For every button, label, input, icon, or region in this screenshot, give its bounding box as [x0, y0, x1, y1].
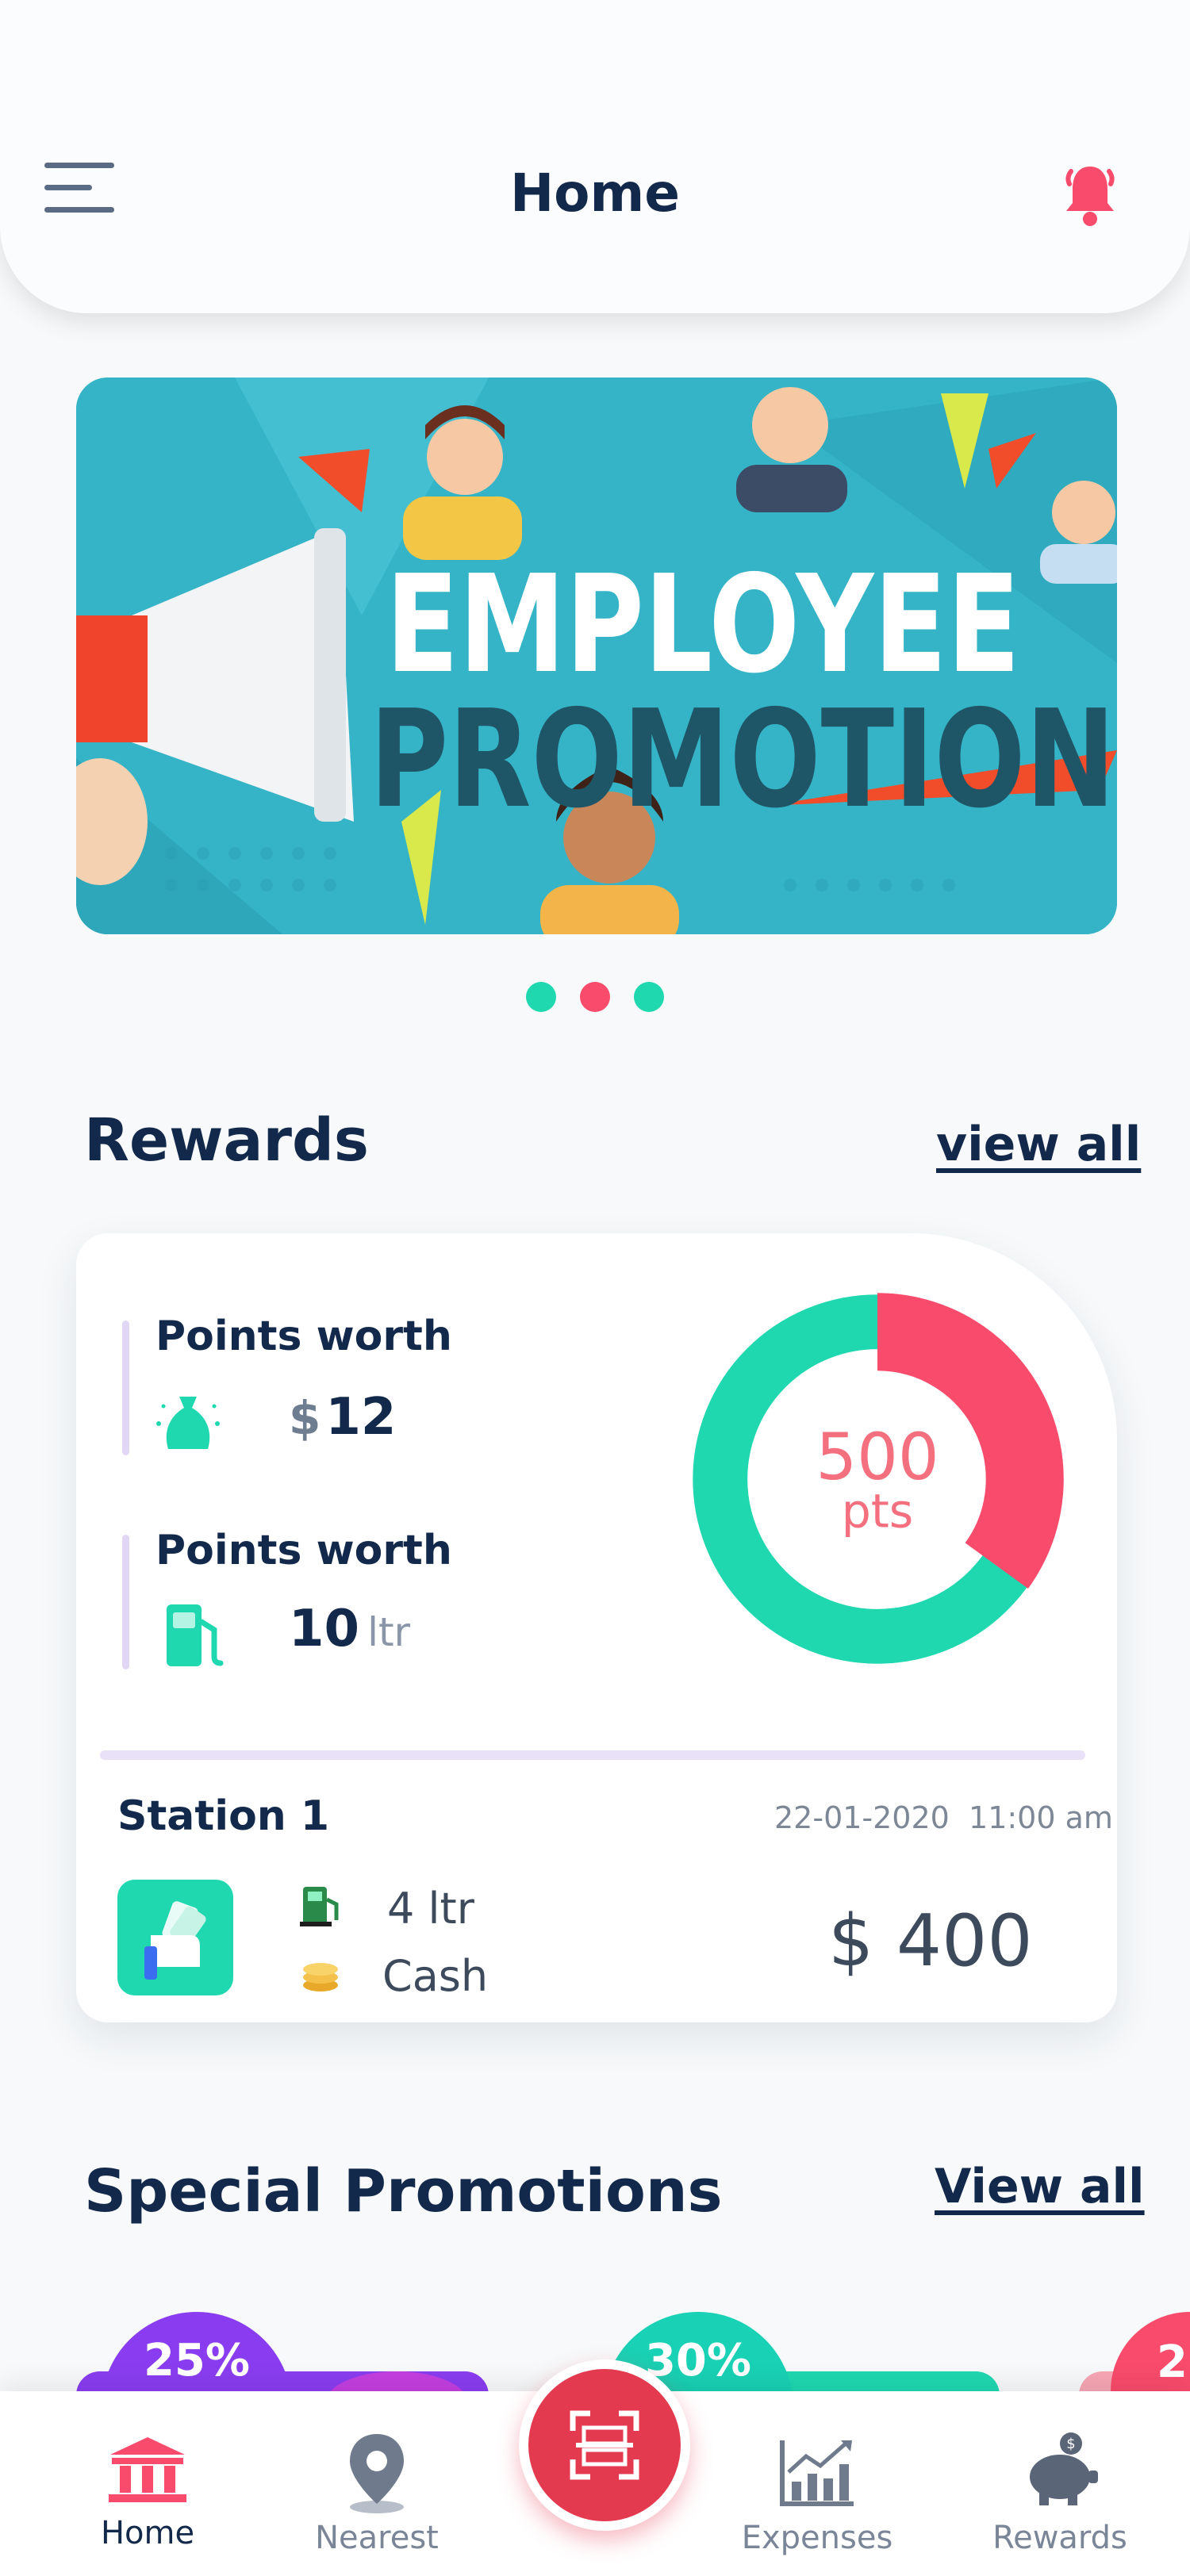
- carousel-dot-active[interactable]: [580, 982, 610, 1012]
- nav-item-expenses[interactable]: Expenses: [722, 2391, 912, 2576]
- card-divider: [100, 1750, 1085, 1760]
- points-worth-fuel-label: Points worth: [155, 1527, 452, 1574]
- carousel-indicator: [0, 982, 1190, 1015]
- scan-button[interactable]: [519, 2359, 690, 2531]
- points-fuel-value: 10 ltr: [289, 1600, 411, 1658]
- scan-icon: [570, 2410, 639, 2480]
- notification-bell-icon[interactable]: [1055, 159, 1125, 228]
- nav-label: Rewards: [992, 2520, 1127, 2556]
- chart-icon: [780, 2440, 854, 2506]
- nav-item-rewards[interactable]: $ Rewards: [965, 2391, 1155, 2576]
- transaction-fuel: 4 ltr: [387, 1884, 474, 1934]
- points-money-value: $12: [289, 1388, 397, 1447]
- svg-text:$: $: [1066, 2436, 1075, 2452]
- points-worth-money-label: Points worth: [155, 1313, 452, 1360]
- nav-label: Nearest: [315, 2520, 439, 2556]
- promo-badge-3: 2: [1157, 2336, 1188, 2388]
- transaction-amount: $ 400: [828, 1899, 1033, 1983]
- carousel-dot[interactable]: [634, 982, 664, 1012]
- carousel-dot[interactable]: [526, 982, 556, 1012]
- promo-badge-1: 25%: [144, 2335, 250, 2386]
- page-title: Home: [509, 163, 681, 224]
- transaction-datetime: 22-01-2020 11:00 am: [774, 1800, 1113, 1835]
- banner-line1: EMPLOYEE: [386, 546, 1020, 703]
- accent-bar: [122, 1321, 129, 1455]
- rewards-view-all-link[interactable]: view all: [936, 1117, 1141, 1172]
- promo-badge-2: 30%: [645, 2335, 751, 2386]
- fuel-station-icon: [298, 1884, 343, 1928]
- coins-icon: [298, 1955, 343, 1993]
- promotions-view-all-link[interactable]: View all: [935, 2159, 1145, 2214]
- donut-unit: pts: [842, 1485, 913, 1539]
- banner-line2: PROMOTION: [370, 681, 1115, 838]
- station-name: Station 1: [117, 1792, 330, 1840]
- location-pin-icon: [350, 2434, 404, 2513]
- nav-label: Home: [100, 2515, 195, 2551]
- nav-label: Expenses: [741, 2520, 893, 2556]
- promotions-title: Special Promotions: [84, 2157, 723, 2225]
- cash-hand-icon: [117, 1880, 233, 1995]
- accent-bar: [122, 1535, 129, 1669]
- promo-banner[interactable]: EMPLOYEE PROMOTION: [76, 378, 1117, 934]
- bank-icon: [109, 2437, 186, 2502]
- points-donut-chart: 500 pts: [687, 1289, 1068, 1669]
- rewards-title: Rewards: [84, 1106, 369, 1175]
- money-bag-icon: [152, 1386, 224, 1457]
- rewards-card[interactable]: Points worth $12 Points worth 10 ltr 500 …: [76, 1233, 1117, 2022]
- app-header: Home: [0, 0, 1190, 313]
- nav-item-nearest[interactable]: Nearest: [282, 2391, 472, 2576]
- piggy-bank-icon: $: [1030, 2432, 1098, 2505]
- fuel-pump-icon: [163, 1598, 227, 1669]
- nav-item-home[interactable]: Home: [52, 2391, 243, 2576]
- transaction-payment: Cash: [382, 1951, 489, 2001]
